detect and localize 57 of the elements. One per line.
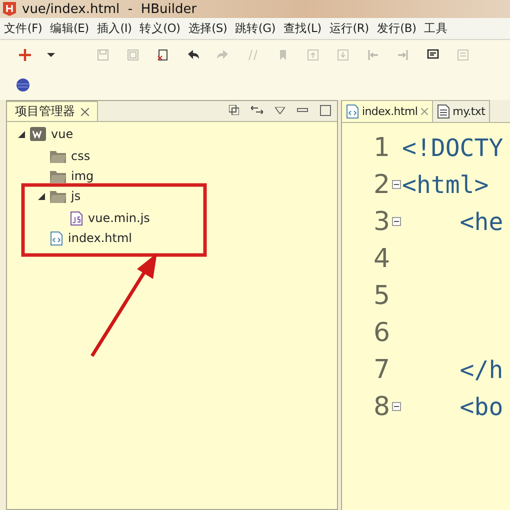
line-number: 6 [372,318,390,348]
line-number: 3 [372,206,390,236]
code-line: <html> [402,170,489,198]
maximize-icon[interactable] [320,104,331,116]
globe-icon[interactable] [16,78,30,92]
tree-item[interactable]: img [71,169,94,183]
line-number: 5 [372,280,390,310]
tree-item[interactable]: vue.min.js [88,211,150,225]
line-number: 4 [372,244,390,274]
view-menu-icon[interactable] [275,106,285,114]
fold-icon[interactable] [392,180,400,189]
code-line: <he [458,208,504,236]
editor-tab[interactable]: index.html [342,100,433,122]
menu-item[interactable]: 文件(F) [4,21,42,36]
project-icon [30,127,46,141]
menu-item[interactable]: 运行(R) [329,21,369,36]
code-line: </h [458,356,504,384]
menu-item[interactable]: 编辑(E) [50,21,89,36]
folder-icon [50,190,66,202]
line-number: 8 [372,392,390,422]
line-number: 1 [372,132,390,162]
link-arrows-icon[interactable] [251,106,263,114]
tree-item[interactable]: index.html [68,231,132,245]
minimize-icon[interactable] [297,108,308,112]
menu-item[interactable]: 发行(B) [376,21,416,36]
menu-item[interactable]: 查找(L) [283,21,322,36]
panel-tab[interactable]: 项目管理器 [7,101,98,121]
tree-item[interactable]: js [71,189,81,203]
expanded-arrow-icon[interactable] [38,192,44,200]
menu-item[interactable]: 选择(S) [188,21,228,36]
expanded-arrow-icon[interactable] [18,130,24,138]
collapse-icon[interactable] [229,105,239,115]
app-logo-icon [3,2,16,16]
editor-tab[interactable]: my.txt [432,100,490,122]
tree-item[interactable]: vue [51,127,74,141]
text-file-icon [436,104,450,119]
menu-item[interactable]: 工具 [424,21,448,36]
menu-item[interactable]: 转义(O) [140,21,180,36]
html-file-icon [50,230,63,246]
plus-icon[interactable] [18,48,32,62]
menu-item[interactable]: 插入(I) [96,21,132,36]
menu-item[interactable]: 跳转(G) [235,21,276,36]
window-title: vue/index.html - HBuilder [22,2,197,16]
line-number: 7 [372,354,390,384]
folder-icon [50,170,66,182]
fold-icon[interactable] [392,402,400,411]
tree-item[interactable]: css [71,149,90,163]
html-file-icon [346,104,359,119]
code-line: <bo [458,392,504,420]
js-file-icon [70,210,83,226]
close-icon[interactable] [420,108,428,115]
close-icon[interactable] [81,108,89,116]
document-icon[interactable] [156,48,170,62]
code-line: <!DOCTY [402,134,504,162]
folder-icon [50,150,66,162]
fold-icon[interactable] [392,217,400,226]
line-number: 2 [372,170,390,200]
